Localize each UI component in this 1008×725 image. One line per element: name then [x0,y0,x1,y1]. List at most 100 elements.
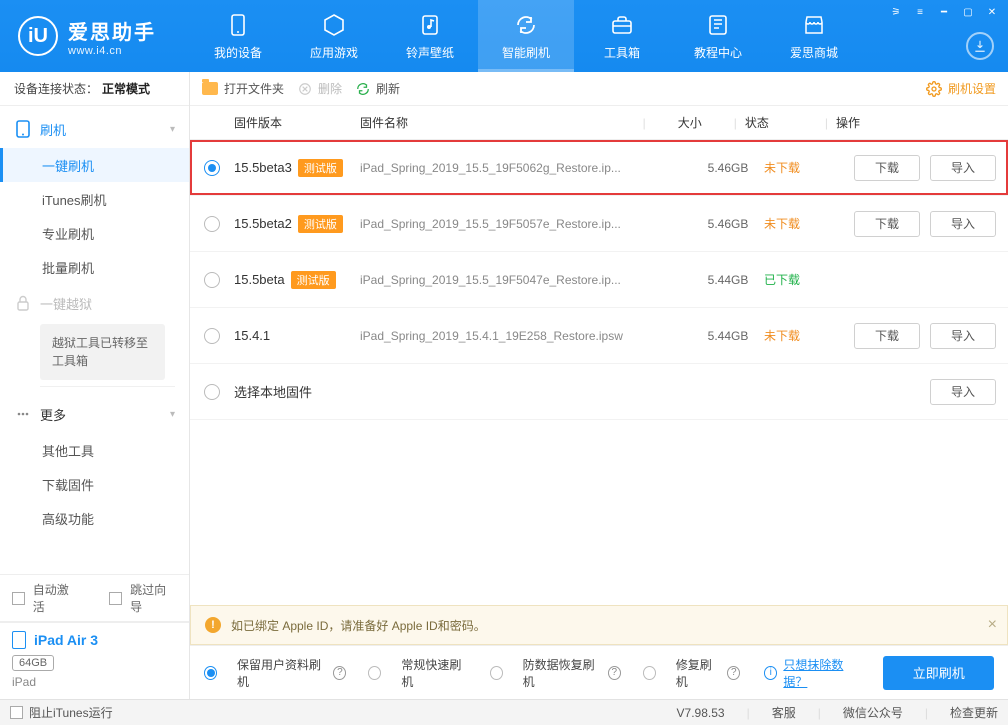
auto-activate-checkbox[interactable] [12,592,25,605]
help-icon[interactable]: ? [608,666,621,680]
menu-icon[interactable]: ⚞ [886,4,906,20]
sidebar-item[interactable]: 下载固件 [0,467,189,501]
book-icon [705,12,731,38]
opt-keep-data[interactable]: 保留用户资料刷机 ? [204,656,346,690]
opt-repair[interactable]: 修复刷机 ? [643,656,740,690]
erase-only[interactable]: i 只想抹除数据？ [762,656,861,690]
music-icon [417,12,443,38]
sidebar-head-flash-label: 刷机 [40,120,66,139]
nav-device[interactable]: 我的设备 [190,0,286,72]
sidebar-item[interactable]: 高级功能 [0,501,189,535]
download-button[interactable]: 下载 [854,155,920,181]
firmware-filename: iPad_Spring_2019_15.4.1_19E258_Restore.i… [360,329,692,343]
check-update-link[interactable]: 检查更新 [950,704,998,721]
connection-mode: 正常模式 [102,80,150,97]
sidebar-item[interactable]: iTunes刷机 [0,182,189,216]
maximize-button[interactable]: ▢ [958,4,978,20]
device-type: iPad [12,675,177,689]
wechat-link[interactable]: 微信公众号 [843,704,903,721]
erase-only-link[interactable]: 只想抹除数据？ [783,656,861,690]
firmware-row[interactable]: 15.5beta2测试版iPad_Spring_2019_15.5_19F505… [190,196,1008,252]
sidebar-item[interactable]: 一键刷机 [0,148,189,182]
firmware-size: 5.46GB [692,217,764,231]
device-info: iPad Air 3 64GB iPad [0,622,189,699]
th-action: 操作 [836,114,996,131]
local-firmware-row[interactable]: 选择本地固件 导入 [190,364,1008,420]
side-list: 刷机 ▾ 一键刷机iTunes刷机专业刷机批量刷机 一键越狱 越狱工具已转移至工… [0,106,189,574]
close-button[interactable]: ✕ [982,4,1002,20]
local-radio[interactable] [204,384,220,400]
th-state: 状态 [745,114,817,131]
beta-tag: 测试版 [291,271,336,289]
window-controls: ⚞ ≡ ━ ▢ ✕ [886,4,1002,20]
nav-music[interactable]: 铃声壁纸 [382,0,478,72]
sidebar-item[interactable]: 其他工具 [0,433,189,467]
download-manager-button[interactable] [966,32,994,60]
firmware-filename: iPad_Spring_2019_15.5_19F5047e_Restore.i… [360,273,692,287]
download-button[interactable]: 下载 [854,323,920,349]
th-size: 大小 [654,114,726,131]
import-local-button[interactable]: 导入 [930,379,996,405]
firmware-version: 15.5beta [234,272,285,287]
firmware-row[interactable]: 15.5beta 测试版 iPad_Spring_2019_15.5_19F5047… [190,252,1008,308]
start-flash-button[interactable]: 立即刷机 [883,656,994,690]
block-itunes-checkbox[interactable] [10,706,23,719]
firmware-version: 15.5beta2 [234,216,292,231]
import-button[interactable]: 导入 [930,155,996,181]
block-itunes[interactable]: 阻止iTunes运行 [10,704,113,721]
firmware-radio[interactable] [204,160,220,176]
device-capacity: 64GB [12,655,54,671]
open-folder-button[interactable]: 打开文件夹 [202,80,284,97]
firmware-state: 未下载 [764,327,836,344]
table-header: 固件版本 固件名称 | 大小 | 状态 | 操作 [190,106,1008,140]
help-icon[interactable]: ? [727,666,740,680]
nav-book[interactable]: 教程中心 [670,0,766,72]
nav-toolbox[interactable]: 工具箱 [574,0,670,72]
logo-area: iU 爱思助手 www.i4.cn [0,0,190,72]
sidebar-head-jailbreak-label: 一键越狱 [40,294,92,313]
download-button[interactable]: 下载 [854,211,920,237]
opt-anti-recovery[interactable]: 防数据恢复刷机 ? [490,656,621,690]
device-name[interactable]: iPad Air 3 [12,631,177,649]
firmware-radio[interactable] [204,328,220,344]
beta-tag: 测试版 [298,159,343,177]
firmware-radio[interactable] [204,272,220,288]
skip-guide-checkbox[interactable] [109,592,122,605]
firmware-version: 15.5beta3 [234,160,292,175]
nav-refresh[interactable]: 智能刷机 [478,0,574,72]
local-firmware-label: 选择本地固件 [234,382,312,401]
th-version: 固件版本 [234,114,360,131]
import-button[interactable]: 导入 [930,211,996,237]
opt-normal[interactable]: 常规快速刷机 [368,656,467,690]
nav-store[interactable]: 爱思商城 [766,0,862,72]
help-icon[interactable]: ? [333,666,346,680]
firmware-state: 已下载 [764,271,836,288]
list-icon[interactable]: ≡ [910,4,930,20]
left-panel: 设备连接状态： 正常模式 刷机 ▾ 一键刷机iTunes刷机专业刷机批量刷机 一… [0,72,190,699]
delete-button[interactable]: 删除 [298,80,342,97]
firmware-radio[interactable] [204,216,220,232]
device-icon [225,12,251,38]
connection-label: 设备连接状态： [14,80,98,97]
firmware-row[interactable]: 15.5beta3测试版iPad_Spring_2019_15.5_19F506… [190,140,1008,196]
connection-status: 设备连接状态： 正常模式 [0,72,189,106]
nav-apps[interactable]: 应用游戏 [286,0,382,72]
flash-settings-button[interactable]: 刷机设置 [926,80,996,97]
tip-close-button[interactable]: × [988,616,997,634]
firmware-size: 5.44GB [692,329,764,343]
import-button[interactable]: 导入 [930,323,996,349]
sidebar-item[interactable]: 专业刷机 [0,216,189,250]
beta-tag: 测试版 [298,215,343,233]
warning-icon: ! [205,617,221,633]
firmware-size: 5.44GB [692,273,764,287]
status-bar: 阻止iTunes运行 V7.98.53 | 客服 | 微信公众号 | 检查更新 [0,699,1008,725]
minimize-button[interactable]: ━ [934,4,954,20]
firmware-row[interactable]: 15.4.1iPad_Spring_2019_15.4.1_19E258_Res… [190,308,1008,364]
info-icon: i [764,666,777,680]
app-version: V7.98.53 [677,706,725,720]
refresh-button[interactable]: 刷新 [356,80,400,97]
sidebar-head-more[interactable]: 更多 ▾ [0,395,189,433]
sidebar-item[interactable]: 批量刷机 [0,250,189,284]
sidebar-head-flash[interactable]: 刷机 ▾ [0,110,189,148]
customer-service-link[interactable]: 客服 [772,704,796,721]
